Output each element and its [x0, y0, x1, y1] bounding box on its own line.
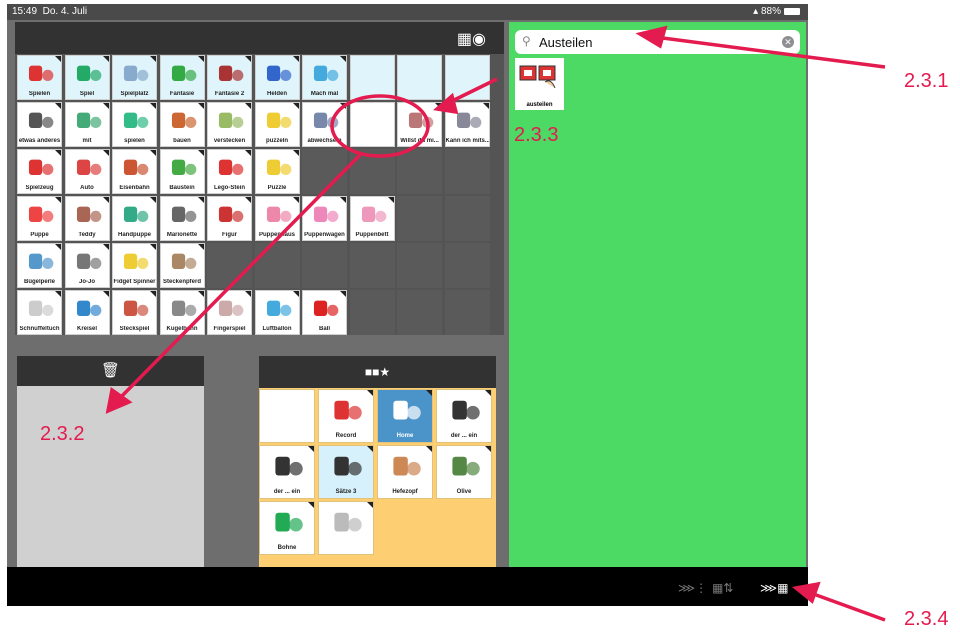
arrow-2-3-4: [807, 590, 886, 622]
arrowhead-2-3-1: [635, 25, 668, 49]
annotation-2-3-2: 2.3.2: [40, 423, 85, 445]
highlight-circle: [330, 94, 430, 158]
arrowhead-2-3-3: [433, 92, 459, 115]
arrow-2-3-2: [116, 153, 362, 402]
annotation-2-3-4: 2.3.4: [904, 608, 949, 630]
annotation-2-3-3: 2.3.3: [514, 124, 559, 146]
arrowhead-2-3-4: [791, 581, 821, 604]
annotation-2-3-1: 2.3.1: [904, 70, 949, 92]
arrow-2-3-1: [654, 35, 886, 69]
annotation-layer: [105, 25, 886, 622]
